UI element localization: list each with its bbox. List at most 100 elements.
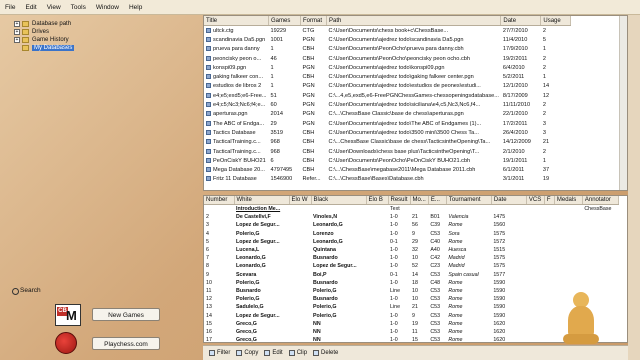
menu-tools[interactable]: Tools: [66, 4, 91, 11]
drive-icon: [22, 29, 29, 35]
menu-view[interactable]: View: [42, 4, 66, 11]
game-row[interactable]: 11 Busnardo Polerio,G Line 10 C53 Rome 1590: [204, 287, 618, 295]
playchess-button[interactable]: Playchess.com: [92, 337, 160, 350]
games-column-header[interactable]: Black: [311, 196, 367, 205]
db-column-header[interactable]: Path: [326, 16, 502, 26]
games-column-header[interactable]: E...: [428, 196, 447, 205]
database-row[interactable]: scandinavia Da5.pgn 1001 PGN C:\User\Docume…: [204, 35, 571, 44]
copy-button[interactable]: Copy: [236, 350, 258, 356]
game-row[interactable]: 2 De Castellvi,F Vinoles,N 1-0 21 B01 Valencia…: [204, 213, 618, 221]
expand-icon[interactable]: +: [14, 21, 20, 27]
db-column-header[interactable]: Title: [204, 16, 269, 26]
db-cell-text: 29: [270, 120, 277, 127]
game-cell: [544, 246, 554, 254]
database-row[interactable]: TacticalTraining.c... 968 CBH C:\User\Downl…: [204, 147, 571, 156]
game-cell: C48: [430, 279, 441, 286]
clip-button[interactable]: Clip: [288, 350, 307, 356]
database-row[interactable]: Tactics Database 3519 CBH C:\User\Documents…: [204, 128, 571, 137]
games-column-header[interactable]: Date: [491, 196, 527, 205]
game-cell: [526, 205, 544, 214]
games-column-header[interactable]: Medals: [554, 196, 583, 205]
game-row[interactable]: 6 Lucena,L Quintana 1-0 32 A40 Huesca 1515: [204, 246, 618, 254]
vertical-scrollbar[interactable]: [619, 16, 627, 190]
edit-button[interactable]: Edit: [264, 350, 283, 356]
db-column-header[interactable]: Date: [500, 16, 542, 26]
db-column-header[interactable]: Games: [268, 16, 301, 26]
db-cell: 4797495: [269, 165, 301, 174]
game-row[interactable]: 7 Leonardo,G Busnardo 1-0 10 C42 Madrid 1575: [204, 254, 618, 262]
game-row[interactable]: 9 Scevara Boi,P 0-1 14 C53 Spain casual 1577: [204, 271, 618, 279]
games-column-header[interactable]: Elo B: [366, 196, 389, 205]
database-row[interactable]: e4;c5;Nc3;Nc6;f4;e... 60 PGN C:\User\Docume…: [204, 100, 571, 109]
game-cell: [289, 295, 311, 303]
tree-item-my-databases[interactable]: My Databases: [14, 44, 202, 52]
games-column-header[interactable]: Result: [388, 196, 411, 205]
db-cell: C:\User\Documents\ajedrez todo\3500 mini…: [327, 128, 501, 137]
game-row[interactable]: 13 Sadulelo,G Polerio,G Line 21 C53 Rome 1590: [204, 303, 618, 311]
menu-edit[interactable]: Edit: [20, 4, 41, 11]
database-list[interactable]: Title Games Format Path Date Usage ultck.ctg 1…: [203, 15, 628, 191]
database-row[interactable]: gaking falkeer con... 1 CBH C:\User\Documen…: [204, 72, 571, 81]
menu-window[interactable]: Window: [91, 4, 124, 11]
db-cell: 5: [541, 35, 571, 44]
database-row[interactable]: e4;e5;exd5;e6-Free... 51 PGN C:\...4,e5,exd…: [204, 91, 571, 100]
game-cell: C42: [430, 255, 441, 262]
game-row[interactable]: 16 Greco,G NN 1-0 11 C53 Rome 1620: [204, 328, 618, 336]
db-cell-text: CBH: [302, 129, 315, 136]
search-label[interactable]: Search: [20, 287, 41, 294]
game-row[interactable]: 10 Polerio,G Busnardo 1-0 18 C48 Rome 1590: [204, 279, 618, 287]
database-row[interactable]: The ABC of Endga... 29 PGN C:\User\Document…: [204, 119, 571, 128]
database-row[interactable]: konspi09.pgn 1 PGN C:\User\Documents\ajedre…: [204, 63, 571, 72]
db-column-header[interactable]: Usage: [540, 16, 572, 26]
tree-item-database-path[interactable]: + Database path: [14, 20, 202, 28]
search-icon[interactable]: [12, 288, 19, 295]
games-column-header[interactable]: Tournament: [446, 196, 492, 205]
menu-file[interactable]: File: [0, 4, 20, 11]
games-column-header[interactable]: Number: [204, 196, 235, 205]
delete-button[interactable]: Delete: [313, 350, 338, 356]
games-column-header[interactable]: Mo...: [410, 196, 429, 205]
game-cell: [311, 205, 366, 214]
database-row[interactable]: Mega Database 20... 4797495 CBH C:\...\Ches…: [204, 165, 571, 174]
database-row[interactable]: Fritz 11 Database 1546900 Refer... C:\...\C…: [204, 175, 571, 184]
tree-item-game-history[interactable]: + Game History: [14, 36, 202, 44]
db-cell-text: 5: [542, 36, 547, 43]
menu-help[interactable]: Help: [124, 4, 147, 11]
database-row[interactable]: ultck.ctg 19229 CTG C:\User\Documents\chess…: [204, 26, 571, 36]
game-row[interactable]: 5 Lopez de Segur... Leonardo,G 0-1 29 C40 Rome…: [204, 238, 618, 246]
games-column-header[interactable]: Annotator: [582, 196, 619, 205]
game-row[interactable]: 17 Greco,G NN 1-0 15 C53 Rome 1620: [204, 336, 618, 342]
tree-item-drives[interactable]: + Drives: [14, 28, 202, 36]
filter-button[interactable]: Filter: [209, 350, 230, 356]
game-row[interactable]: 14 Lopez de Segur... Polerio,G 1-0 9 C53 Rome 1…: [204, 311, 618, 319]
game-row[interactable]: 3 Lopez de Segur... Leonardo,G 1-0 56 C39 Rome…: [204, 221, 618, 229]
game-row[interactable]: Introduction Me... Text ChessBase: [204, 205, 618, 214]
game-cell: Polerio,G: [313, 312, 337, 319]
database-row[interactable]: estudios de libros 2 1 PGN C:\User\Document…: [204, 82, 571, 91]
database-row[interactable]: peoncisky peon o... 46 CBH C:\User\Document…: [204, 54, 571, 63]
game-cell: 15: [206, 320, 212, 327]
game-row[interactable]: 12 Polerio,G Busnardo 1-0 10 C53 Rome 1590: [204, 295, 618, 303]
expand-icon[interactable]: +: [14, 37, 20, 43]
db-cell: C:\User\Documents\ajedrez todo\gaking fa…: [327, 72, 501, 81]
games-column-header[interactable]: Elo W: [289, 196, 312, 205]
database-row[interactable]: TacticalTraining.c... 968 CBH C:\...ChessBa…: [204, 138, 571, 147]
new-games-button[interactable]: New Games: [92, 308, 160, 321]
db-cell-text: 2: [542, 102, 547, 109]
game-cell: 11: [412, 328, 418, 335]
game-cell: 1-0: [390, 328, 398, 335]
database-row[interactable]: prueva para danny 1 CBH C:\User\Documents\P…: [204, 45, 571, 54]
game-row[interactable]: 4 Polerio,G Lorenzo 1-0 9 C53 Sora 1575: [204, 230, 618, 238]
games-column-header[interactable]: VCS: [526, 196, 545, 205]
expand-icon[interactable]: +: [14, 29, 20, 35]
database-row[interactable]: PeOnCiskY BUHO21 6 CBH C:\User\Documents\Pe…: [204, 156, 571, 165]
db-cell: 2: [541, 54, 571, 63]
games-column-header[interactable]: F: [544, 196, 555, 205]
db-column-header[interactable]: Format: [300, 16, 327, 26]
game-row[interactable]: 8 Leonardo,G Lopez de Segur... 1-0 52 C23 Madr…: [204, 262, 618, 270]
db-cell: 3519: [269, 128, 301, 137]
game-cell: [366, 279, 388, 287]
database-row[interactable]: aperturas.pgn 2014 PGN C:\...\ChessBase Cla…: [204, 110, 571, 119]
game-row[interactable]: 15 Greco,G NN 1-0 19 C53 Rome 1620: [204, 320, 618, 328]
games-column-header[interactable]: White: [234, 196, 290, 205]
